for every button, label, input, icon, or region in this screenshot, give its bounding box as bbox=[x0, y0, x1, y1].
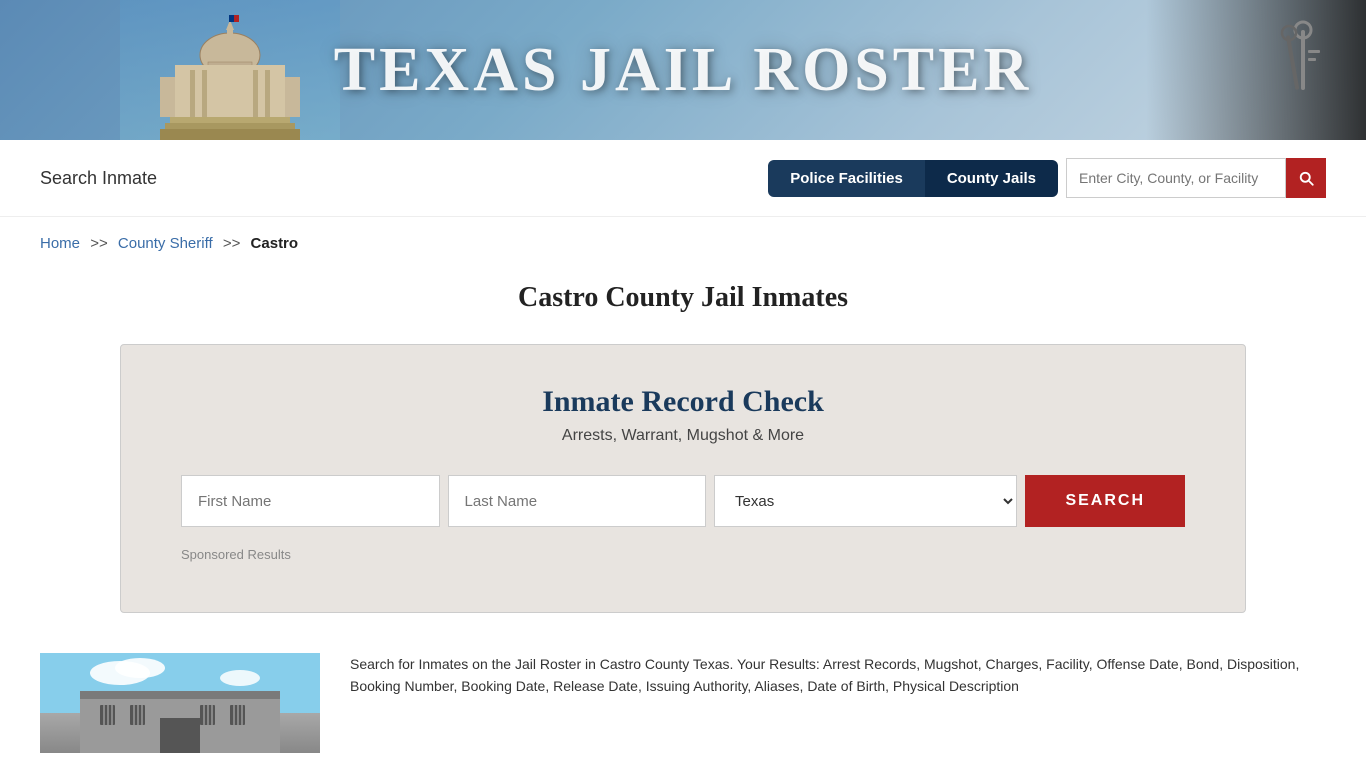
search-inmate-label: Search Inmate bbox=[40, 168, 157, 189]
breadcrumb-sep-1: >> bbox=[90, 235, 108, 252]
facility-search-button[interactable] bbox=[1286, 158, 1326, 198]
breadcrumb: Home >> County Sheriff >> Castro bbox=[0, 217, 1366, 262]
sponsored-results-label: Sponsored Results bbox=[181, 547, 1185, 562]
facility-search-wrap bbox=[1066, 158, 1326, 198]
police-facilities-button[interactable]: Police Facilities bbox=[768, 160, 925, 197]
navbar: Search Inmate Police Facilities County J… bbox=[0, 140, 1366, 217]
page-title: Castro County Jail Inmates bbox=[0, 282, 1366, 314]
record-check-section: Inmate Record Check Arrests, Warrant, Mu… bbox=[120, 344, 1246, 613]
site-banner: Texas Jail Roster bbox=[0, 0, 1366, 140]
record-check-subtitle: Arrests, Warrant, Mugshot & More bbox=[181, 427, 1185, 445]
nav-controls: Police Facilities County Jails bbox=[768, 158, 1326, 198]
state-select[interactable]: AlabamaAlaskaArizonaArkansasCaliforniaCo… bbox=[714, 475, 1017, 527]
keys-image bbox=[1146, 0, 1366, 140]
breadcrumb-current: Castro bbox=[251, 235, 299, 252]
capitol-icon bbox=[120, 0, 340, 140]
jail-building-image bbox=[40, 653, 320, 753]
record-check-title: Inmate Record Check bbox=[181, 385, 1185, 419]
breadcrumb-sep-2: >> bbox=[223, 235, 241, 252]
bottom-section: Search for Inmates on the Jail Roster in… bbox=[0, 633, 1366, 773]
record-check-form: AlabamaAlaskaArizonaArkansasCaliforniaCo… bbox=[181, 475, 1185, 527]
last-name-input[interactable] bbox=[448, 475, 707, 527]
breadcrumb-county-sheriff[interactable]: County Sheriff bbox=[118, 235, 213, 252]
county-jails-button[interactable]: County Jails bbox=[925, 160, 1058, 197]
keys-icon bbox=[1266, 20, 1346, 120]
first-name-input[interactable] bbox=[181, 475, 440, 527]
facility-search-input[interactable] bbox=[1066, 158, 1286, 198]
search-icon bbox=[1297, 169, 1315, 187]
jail-thumbnail bbox=[40, 653, 320, 753]
page-title-section: Castro County Jail Inmates bbox=[0, 262, 1366, 324]
record-search-button[interactable]: SEARCH bbox=[1025, 475, 1185, 527]
site-title: Texas Jail Roster bbox=[334, 35, 1033, 106]
breadcrumb-home[interactable]: Home bbox=[40, 235, 80, 252]
bottom-description: Search for Inmates on the Jail Roster in… bbox=[350, 653, 1326, 698]
